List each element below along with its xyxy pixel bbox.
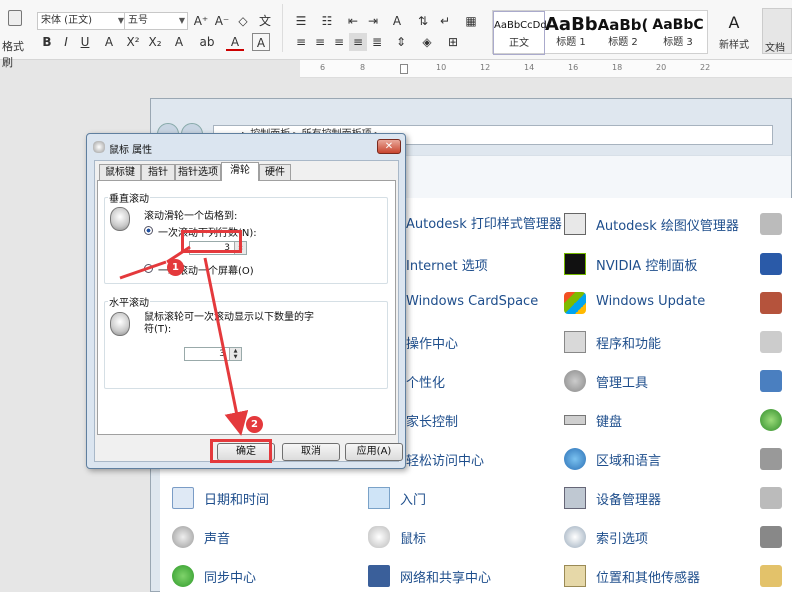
arrow-1 [119,260,167,280]
annotation-arrows [119,245,249,436]
arrow-2 [203,257,249,436]
step-marker-1: 1 [167,259,184,276]
step-marker-2: 2 [246,416,263,433]
tab-label: 滑轮 [230,165,250,176]
marker-number: 2 [251,419,258,430]
marker-number: 1 [172,262,179,273]
tab-wheel[interactable]: 滑轮 [221,162,259,181]
